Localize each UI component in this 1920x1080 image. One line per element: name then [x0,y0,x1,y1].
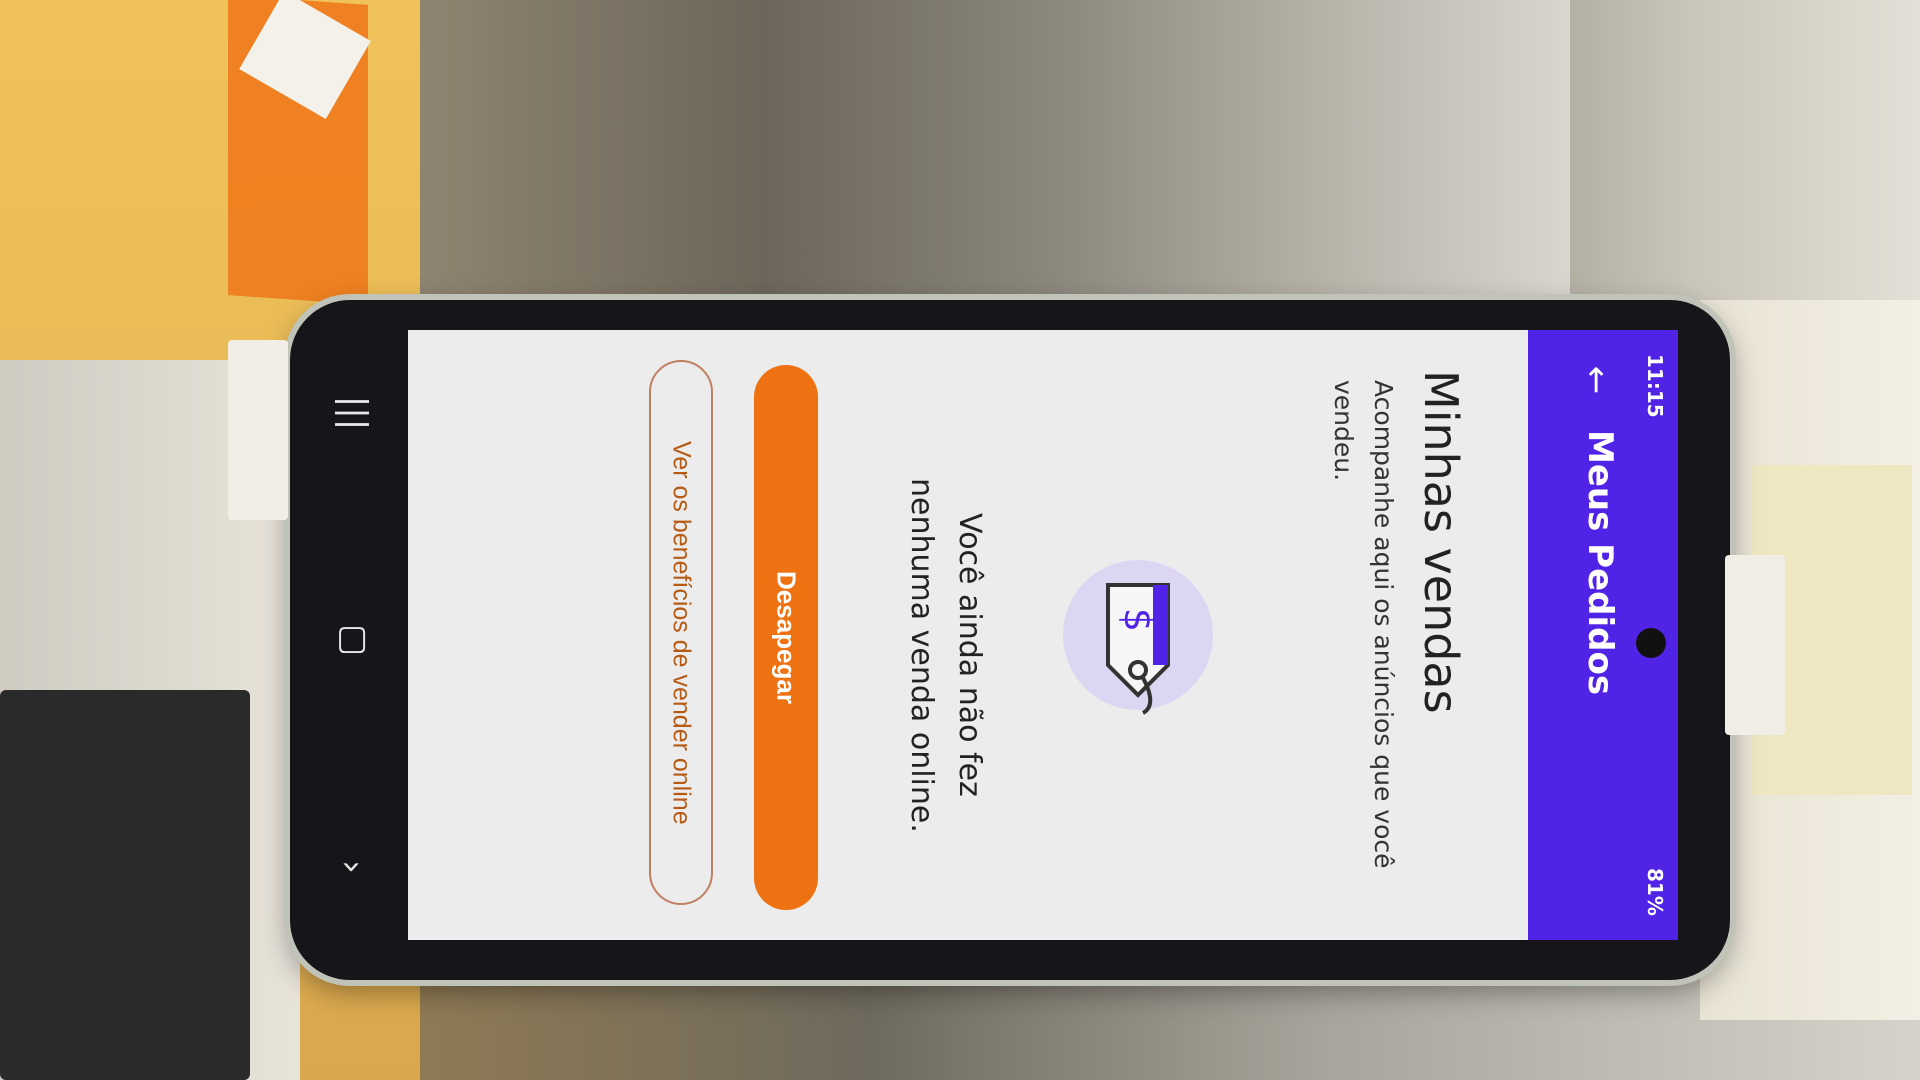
desapegar-button[interactable]: Desapegar [754,365,818,910]
price-tag-dollar-icon: $ [1063,560,1213,715]
back-nav-icon[interactable]: ‹ [330,860,370,874]
phone-clamp-right [1725,555,1785,735]
status-time: 11:15 [1643,354,1667,418]
phone-clamp-left [228,340,288,520]
phone-device: ||| ▢ ‹ 11:15 81% ← Meus Pedidos Minhas … [290,300,1730,980]
status-battery: 81% [1643,868,1667,916]
background-camera [0,690,250,1080]
main-content: Minhas vendas Acompanhe aqui os anúncios… [408,330,1528,940]
android-navbar: ||| ▢ ‹ [290,300,410,980]
front-camera [1636,628,1666,658]
app-toolbar: 11:15 81% ← Meus Pedidos [1528,330,1678,940]
benefits-button[interactable]: Ver os benefícios de vender online [649,360,713,905]
toolbar-title: Meus Pedidos [1580,430,1620,696]
home-icon[interactable]: ▢ [330,624,370,656]
arrow-back-icon[interactable]: ← [1576,366,1616,395]
benefits-button-label: Ver os benefícios de vender online [667,440,696,825]
page-title: Minhas vendas [1414,370,1468,714]
background-cabinet [420,0,1570,320]
empty-state-message: Você ainda não fez nenhuma venda online. [904,477,987,833]
svg-text:$: $ [1116,608,1160,632]
app-screen: 11:15 81% ← Meus Pedidos Minhas vendas A… [408,330,1678,940]
page-subtitle: Acompanhe aqui os anúncios que você vend… [1329,380,1398,869]
recents-icon[interactable]: ||| [330,396,370,430]
desapegar-button-label: Desapegar [771,571,802,704]
